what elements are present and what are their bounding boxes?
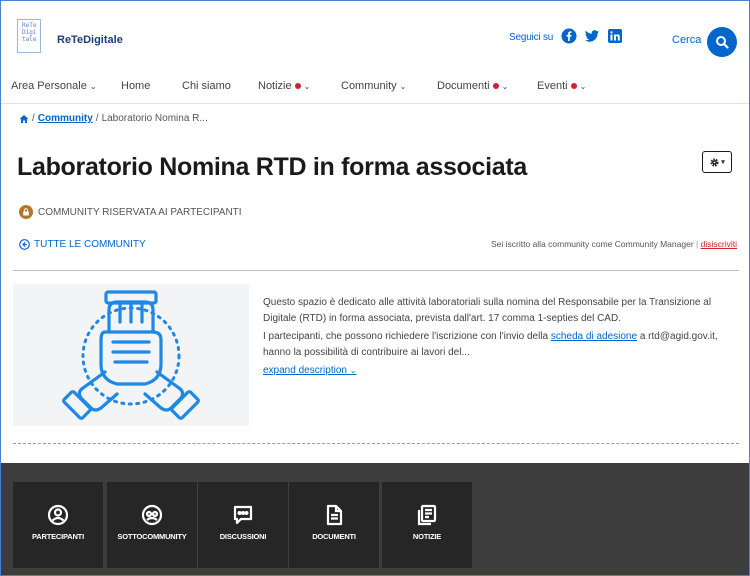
tile-label: SOTTOCOMMUNITY xyxy=(117,532,187,541)
tile-label: NOTIZIE xyxy=(412,532,442,541)
nav-item-area-personale[interactable]: Area Personale ⌄ xyxy=(11,80,97,92)
enrollment-separator: | xyxy=(696,239,699,249)
settings-button[interactable]: ▾ xyxy=(702,151,732,173)
restricted-badge: COMMUNITY RISERVATA AI PARTECIPANTI xyxy=(19,205,242,219)
twitter-icon[interactable] xyxy=(584,28,600,44)
document-icon xyxy=(323,504,345,526)
chevron-down-icon: ▾ xyxy=(721,159,725,166)
notification-dot xyxy=(492,83,499,89)
all-communities-link[interactable]: TUTTE LE COMMUNITY xyxy=(19,239,146,250)
nav-label: Community xyxy=(341,80,397,92)
search-icon xyxy=(716,36,729,49)
brand-name[interactable]: ReTeDigitale xyxy=(57,34,123,46)
subcommunity-icon xyxy=(141,504,163,526)
logo[interactable]: ReTe Digi tale xyxy=(17,19,41,53)
breadcrumb-separator: / xyxy=(95,113,99,124)
chevron-down-icon: ⌄ xyxy=(501,81,509,91)
expand-label: expand description xyxy=(263,365,347,376)
expand-description-link[interactable]: expand description ⌄ xyxy=(263,365,356,376)
nav-label: Chi siamo xyxy=(182,80,231,92)
breadcrumb: / Community / Laboratorio Nomina R... xyxy=(19,113,208,124)
page-frame: ReTe Digi tale ReTeDigitale Seguici su C… xyxy=(0,0,750,576)
user-circle-icon xyxy=(47,504,69,526)
nav-label: Eventi xyxy=(537,80,568,92)
nav-label: Area Personale xyxy=(11,80,87,92)
linkedin-icon[interactable] xyxy=(607,28,623,44)
tile-sottocommunity[interactable]: SOTTOCOMMUNITY xyxy=(107,482,197,568)
nav-item-documenti[interactable]: Documenti ⌄ xyxy=(437,80,508,92)
chat-icon xyxy=(232,504,254,526)
main-nav: Area Personale ⌄ Home Chi siamo Notizie … xyxy=(1,73,749,104)
tile-notizie[interactable]: NOTIZIE xyxy=(382,482,472,568)
nav-label: Documenti xyxy=(437,80,490,92)
nav-label: Home xyxy=(121,80,151,92)
tile-label: PARTECIPANTI xyxy=(32,532,84,541)
site-header: ReTe Digi tale ReTeDigitale Seguici su C… xyxy=(1,1,749,73)
gear-icon xyxy=(710,157,719,167)
community-description: Questo spazio è dedicato alle attività l… xyxy=(263,295,741,379)
arrow-left-circle-icon xyxy=(19,239,30,250)
tile-label: DOCUMENTI xyxy=(312,532,356,541)
chevron-down-icon: ⌄ xyxy=(399,81,407,91)
nav-item-eventi[interactable]: Eventi ⌄ xyxy=(537,80,586,92)
enrollment-text: Sei iscritto alla community come Communi… xyxy=(491,239,694,249)
nav-label: Notizie xyxy=(258,80,292,92)
tile-discussioni[interactable]: DISCUSSIONI xyxy=(198,482,288,568)
nav-item-notizie[interactable]: Notizie ⌄ xyxy=(258,80,310,92)
nav-item-community[interactable]: Community ⌄ xyxy=(341,80,406,92)
description-paragraph-2: I partecipanti, che possono richiedere l… xyxy=(263,329,741,360)
breadcrumb-community-link[interactable]: Community xyxy=(38,113,93,124)
chevron-down-icon: ⌄ xyxy=(303,81,311,91)
enrollment-status: Sei iscritto alla community come Communi… xyxy=(491,239,737,249)
restricted-label: COMMUNITY RISERVATA AI PARTECIPANTI xyxy=(38,206,242,218)
chevron-down-icon: ⌄ xyxy=(89,81,97,91)
facebook-icon[interactable] xyxy=(561,28,577,44)
community-image xyxy=(13,284,249,426)
nav-item-chi-siamo[interactable]: Chi siamo xyxy=(182,80,231,92)
search-button[interactable] xyxy=(707,27,737,57)
news-icon xyxy=(416,504,438,526)
search-label[interactable]: Cerca xyxy=(672,34,701,46)
chevron-down-icon: ⌄ xyxy=(349,366,357,375)
notification-dot xyxy=(570,83,577,89)
hands-together-icon xyxy=(62,290,200,420)
description-paragraph-1: Questo spazio è dedicato alle attività l… xyxy=(263,297,712,324)
chevron-down-icon: ⌄ xyxy=(579,81,587,91)
unsubscribe-link[interactable]: disiscriviti xyxy=(701,239,737,249)
dashed-divider xyxy=(13,443,739,444)
home-icon[interactable] xyxy=(19,114,29,124)
nav-item-home[interactable]: Home xyxy=(121,80,150,92)
notification-dot xyxy=(294,83,301,89)
all-communities-label: TUTTE LE COMMUNITY xyxy=(34,239,146,250)
section-divider xyxy=(13,270,739,271)
lock-icon xyxy=(19,205,33,219)
breadcrumb-separator: / xyxy=(32,113,35,124)
breadcrumb-current: Laboratorio Nomina R... xyxy=(101,113,208,124)
page-title: Laboratorio Nomina RTD in forma associat… xyxy=(17,153,528,181)
follow-label: Seguici su xyxy=(509,32,554,43)
membership-form-link[interactable]: scheda di adesione xyxy=(551,331,637,342)
tile-label: DISCUSSIONI xyxy=(219,532,267,541)
tile-documenti[interactable]: DOCUMENTI xyxy=(289,482,379,568)
tile-partecipanti[interactable]: PARTECIPANTI xyxy=(13,482,103,568)
description-text: I partecipanti, che possono richiedere l… xyxy=(263,331,551,342)
